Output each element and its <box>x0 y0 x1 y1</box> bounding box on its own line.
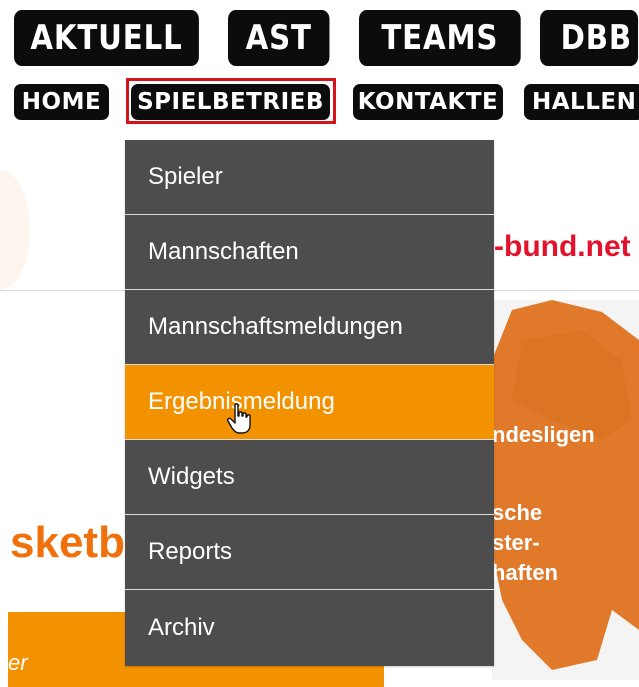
map-label-line3: haften <box>492 560 558 585</box>
nav-hallen[interactable]: HALLEN <box>524 84 639 120</box>
teaser-band-text: er <box>8 650 28 675</box>
site-link[interactable]: -bund.net <box>494 230 631 264</box>
menu-item-reports[interactable]: Reports <box>125 515 494 590</box>
map-label-line1: sche <box>492 500 543 525</box>
decorative-circle <box>0 170 30 290</box>
menu-item-label: Archiv <box>148 614 215 641</box>
nav-kontakte[interactable]: KONTAKTE <box>353 84 503 120</box>
nav-aktuell[interactable]: AKTUELL <box>14 10 199 66</box>
nav-teams[interactable]: TEAMS <box>359 10 521 66</box>
menu-item-mannschaften[interactable]: Mannschaften <box>125 215 494 290</box>
menu-item-label: Widgets <box>148 463 235 490</box>
menu-item-label: Mannschaftsmeldungen <box>148 313 403 340</box>
nav-ast[interactable]: AST <box>228 10 330 66</box>
germany-map-panel[interactable]: ndesligen sche ster- haften <box>492 300 639 680</box>
spielbetrieb-dropdown: Spieler Mannschaften Mannschaftsmeldunge… <box>125 140 494 666</box>
menu-item-ergebnismeldung[interactable]: Ergebnismeldung <box>125 365 494 440</box>
nav-dbb[interactable]: DBB <box>540 10 639 66</box>
menu-item-widgets[interactable]: Widgets <box>125 440 494 515</box>
germany-map-image <box>492 300 639 670</box>
menu-item-label: Spieler <box>148 163 223 190</box>
map-label-ligen: ndesligen <box>492 422 595 447</box>
menu-item-archiv[interactable]: Archiv <box>125 590 494 666</box>
active-nav-highlight <box>126 78 336 124</box>
hand-pointer-icon <box>227 403 251 434</box>
menu-item-mannschaftsmeldungen[interactable]: Mannschaftsmeldungen <box>125 290 494 365</box>
menu-item-label: Mannschaften <box>148 238 299 265</box>
nav-home[interactable]: HOME <box>14 84 109 120</box>
map-label-line2: ster- <box>492 530 540 555</box>
menu-item-spieler[interactable]: Spieler <box>125 140 494 215</box>
menu-item-label: Reports <box>148 538 233 565</box>
